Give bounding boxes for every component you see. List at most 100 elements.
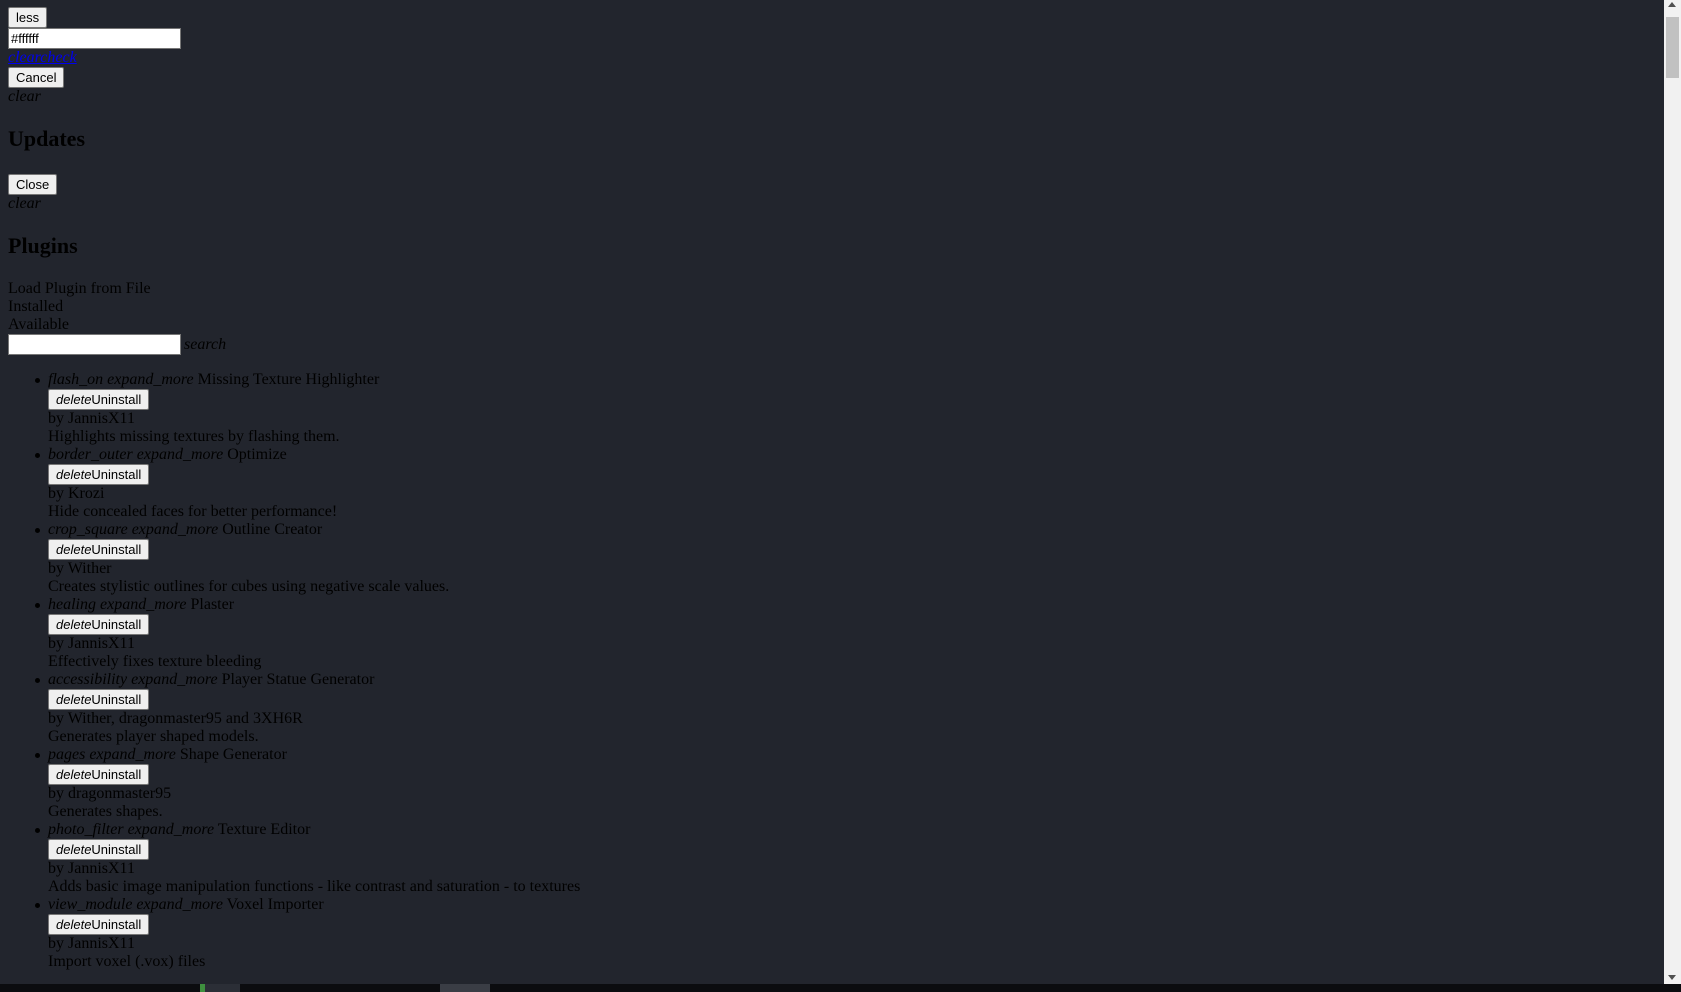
uninstall-button[interactable]: deleteUninstall: [48, 614, 150, 635]
plugin-icon: healing: [48, 596, 96, 613]
search-input[interactable]: [8, 334, 181, 355]
cancel-button[interactable]: Cancel: [8, 67, 65, 88]
plugin-icon: view_module: [48, 896, 133, 913]
list-bullet: [35, 903, 40, 908]
strip-segment: [440, 984, 490, 992]
list-bullet: [35, 828, 40, 833]
scroll-down-arrow-icon[interactable]: [1668, 975, 1676, 980]
list-bullet: [35, 378, 40, 383]
delete-icon: delete: [56, 767, 92, 782]
plugin-author: by Krozi: [48, 485, 105, 502]
tab-installed[interactable]: Installed: [8, 298, 63, 316]
delete-icon: delete: [56, 392, 92, 407]
delete-icon: delete: [56, 842, 92, 857]
plugin-icon: pages: [48, 746, 86, 763]
uninstall-button[interactable]: deleteUninstall: [48, 389, 150, 410]
close-button[interactable]: Close: [8, 174, 58, 195]
less-button[interactable]: less: [8, 7, 48, 28]
uninstall-button[interactable]: deleteUninstall: [48, 914, 150, 935]
uninstall-button[interactable]: deleteUninstall: [48, 464, 150, 485]
list-bullet: [35, 453, 40, 458]
plugin-icon: flash_on: [48, 371, 104, 388]
plugin-author: by dragonmaster95: [48, 785, 172, 802]
list-bullet: [35, 753, 40, 758]
page: less clearcheck Cancel clear Updates Clo…: [0, 0, 1664, 984]
plugin-title: Shape Generator: [179, 746, 287, 763]
uninstall-label: Uninstall: [91, 467, 142, 482]
plugin-header[interactable]: healing expand_more Plaster: [48, 596, 234, 614]
plugin-header[interactable]: pages expand_more Shape Generator: [48, 746, 287, 764]
uninstall-button[interactable]: deleteUninstall: [48, 689, 150, 710]
plugin-description: Adds basic image manipulation functions …: [48, 878, 581, 895]
plugin-author: by JannisX11: [48, 635, 135, 652]
list-bullet: [35, 678, 40, 683]
uninstall-label: Uninstall: [91, 392, 142, 407]
plugin-description: Highlights missing textures by flashing …: [48, 428, 340, 445]
plugin-header[interactable]: view_module expand_more Voxel Importer: [48, 896, 324, 914]
plugin-header[interactable]: flash_on expand_more Missing Texture Hig…: [48, 371, 379, 389]
uninstall-label: Uninstall: [91, 692, 142, 707]
clear-icon[interactable]: clear: [8, 195, 41, 213]
plugin-title: Voxel Importer: [226, 896, 324, 913]
search-icon[interactable]: search: [184, 336, 226, 354]
list-bullet: [35, 528, 40, 533]
plugin-author: by JannisX11: [48, 410, 135, 427]
uninstall-button[interactable]: deleteUninstall: [48, 764, 150, 785]
plugin-title: Missing Texture Highlighter: [197, 371, 380, 388]
scroll-up-arrow-icon[interactable]: [1668, 2, 1676, 7]
plugin-author: by Wither: [48, 560, 112, 577]
bottom-strip: [0, 984, 1681, 992]
plugin-description: Effectively fixes texture bleeding: [48, 653, 262, 670]
expand-more-icon[interactable]: expand_more: [128, 821, 215, 838]
delete-icon: delete: [56, 617, 92, 632]
plugin-header[interactable]: accessibility expand_more Player Statue …: [48, 671, 374, 689]
clearcheck-link[interactable]: clearcheck: [8, 49, 77, 67]
plugin-title: Player Statue Generator: [221, 671, 375, 688]
plugins-title: Plugins: [8, 233, 78, 258]
uninstall-label: Uninstall: [91, 767, 142, 782]
delete-icon: delete: [56, 917, 92, 932]
plugin-description: Generates player shaped models.: [48, 728, 259, 745]
scrollbar[interactable]: [1664, 0, 1681, 984]
expand-more-icon[interactable]: expand_more: [131, 671, 218, 688]
delete-icon: delete: [56, 467, 92, 482]
uninstall-label: Uninstall: [91, 917, 142, 932]
plugin-title: Optimize: [227, 446, 287, 463]
plugin-description: Generates shapes.: [48, 803, 163, 820]
load-plugin-from-file[interactable]: Load Plugin from File: [8, 280, 151, 298]
expand-more-icon[interactable]: expand_more: [107, 371, 194, 388]
plugin-icon: accessibility: [48, 671, 128, 688]
uninstall-label: Uninstall: [91, 542, 142, 557]
strip-segment: [205, 984, 240, 992]
expand-more-icon[interactable]: expand_more: [132, 521, 219, 538]
updates-title: Updates: [8, 126, 86, 151]
clear-icon[interactable]: clear: [8, 88, 41, 106]
expand-more-icon[interactable]: expand_more: [137, 446, 224, 463]
plugin-description: Import voxel (.vox) files: [48, 953, 206, 970]
color-hex-input[interactable]: [8, 28, 181, 49]
plugin-author: by JannisX11: [48, 860, 135, 877]
plugin-icon: border_outer: [48, 446, 133, 463]
plugin-header[interactable]: border_outer expand_more Optimize: [48, 446, 287, 464]
plugin-icon: crop_square: [48, 521, 128, 538]
plugin-author: by JannisX11: [48, 935, 135, 952]
plugin-header[interactable]: photo_filter expand_more Texture Editor: [48, 821, 310, 839]
plugin-description: Creates stylistic outlines for cubes usi…: [48, 578, 450, 595]
delete-icon: delete: [56, 692, 92, 707]
plugin-title: Outline Creator: [222, 521, 323, 538]
plugin-title: Texture Editor: [217, 821, 311, 838]
scrollbar-thumb[interactable]: [1666, 17, 1679, 78]
plugin-title: Plaster: [190, 596, 235, 613]
plugin-description: Hide concealed faces for better performa…: [48, 503, 338, 520]
uninstall-label: Uninstall: [91, 842, 142, 857]
tab-available[interactable]: Available: [8, 316, 69, 334]
delete-icon: delete: [56, 542, 92, 557]
expand-more-icon[interactable]: expand_more: [89, 746, 176, 763]
expand-more-icon[interactable]: expand_more: [100, 596, 187, 613]
uninstall-button[interactable]: deleteUninstall: [48, 539, 150, 560]
uninstall-button[interactable]: deleteUninstall: [48, 839, 150, 860]
expand-more-icon[interactable]: expand_more: [136, 896, 223, 913]
plugin-header[interactable]: crop_square expand_more Outline Creator: [48, 521, 322, 539]
plugin-author: by Wither, dragonmaster95 and 3XH6R: [48, 710, 303, 727]
plugin-icon: photo_filter: [48, 821, 124, 838]
